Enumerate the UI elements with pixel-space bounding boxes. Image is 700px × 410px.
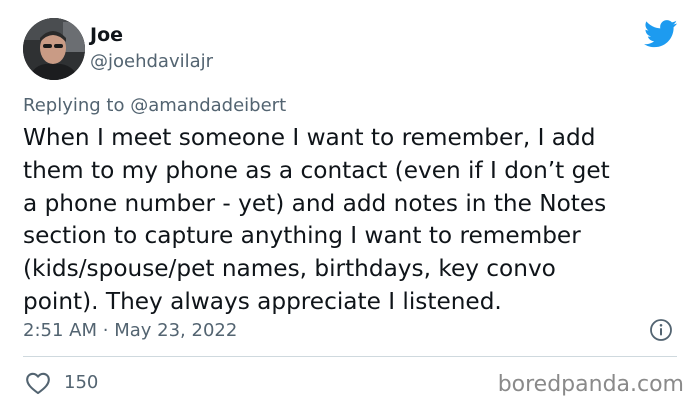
tweet-text-line: point). They always appreciate I listene… <box>23 287 502 315</box>
avatar[interactable] <box>23 18 85 80</box>
reply-context: Replying to @amandadeibert <box>23 93 286 119</box>
reply-prefix: Replying to <box>23 95 125 116</box>
tweet-text-line: a phone number - yet) and add notes in t… <box>23 189 607 217</box>
tweet-text-line: When I meet someone I want to remember, … <box>23 124 596 151</box>
tweet-text-line: section to capture anything I want to re… <box>23 222 581 250</box>
timestamp-date: May 23, 2022 <box>114 320 238 341</box>
like-count: 150 <box>64 372 99 393</box>
tweet-timestamp[interactable]: 2:51 AM · May 23, 2022 <box>23 318 237 344</box>
heart-icon <box>26 372 50 395</box>
divider <box>23 356 677 357</box>
avatar-photo <box>23 18 85 80</box>
author-handle[interactable]: @joehdavilajr <box>90 50 213 74</box>
info-icon[interactable] <box>649 318 673 342</box>
author-name[interactable]: Joe <box>90 22 123 48</box>
timestamp-time: 2:51 AM <box>23 320 97 341</box>
watermark: boredpanda.com <box>497 372 684 397</box>
like-button[interactable]: 150 <box>25 370 98 396</box>
tweet-text: When I meet someone I want to remember, … <box>23 122 685 319</box>
timestamp-separator: · <box>102 320 109 341</box>
tweet-text-line: them to my phone as a contact (even if I… <box>23 156 610 184</box>
tweet-card: Joe @joehdavilajr Replying to @amandadei… <box>0 0 700 410</box>
reply-mention-link[interactable]: @amandadeibert <box>130 95 286 116</box>
tweet-text-line: (kids/spouse/pet names, birthdays, key c… <box>23 255 556 283</box>
twitter-bird-icon[interactable] <box>644 20 678 48</box>
